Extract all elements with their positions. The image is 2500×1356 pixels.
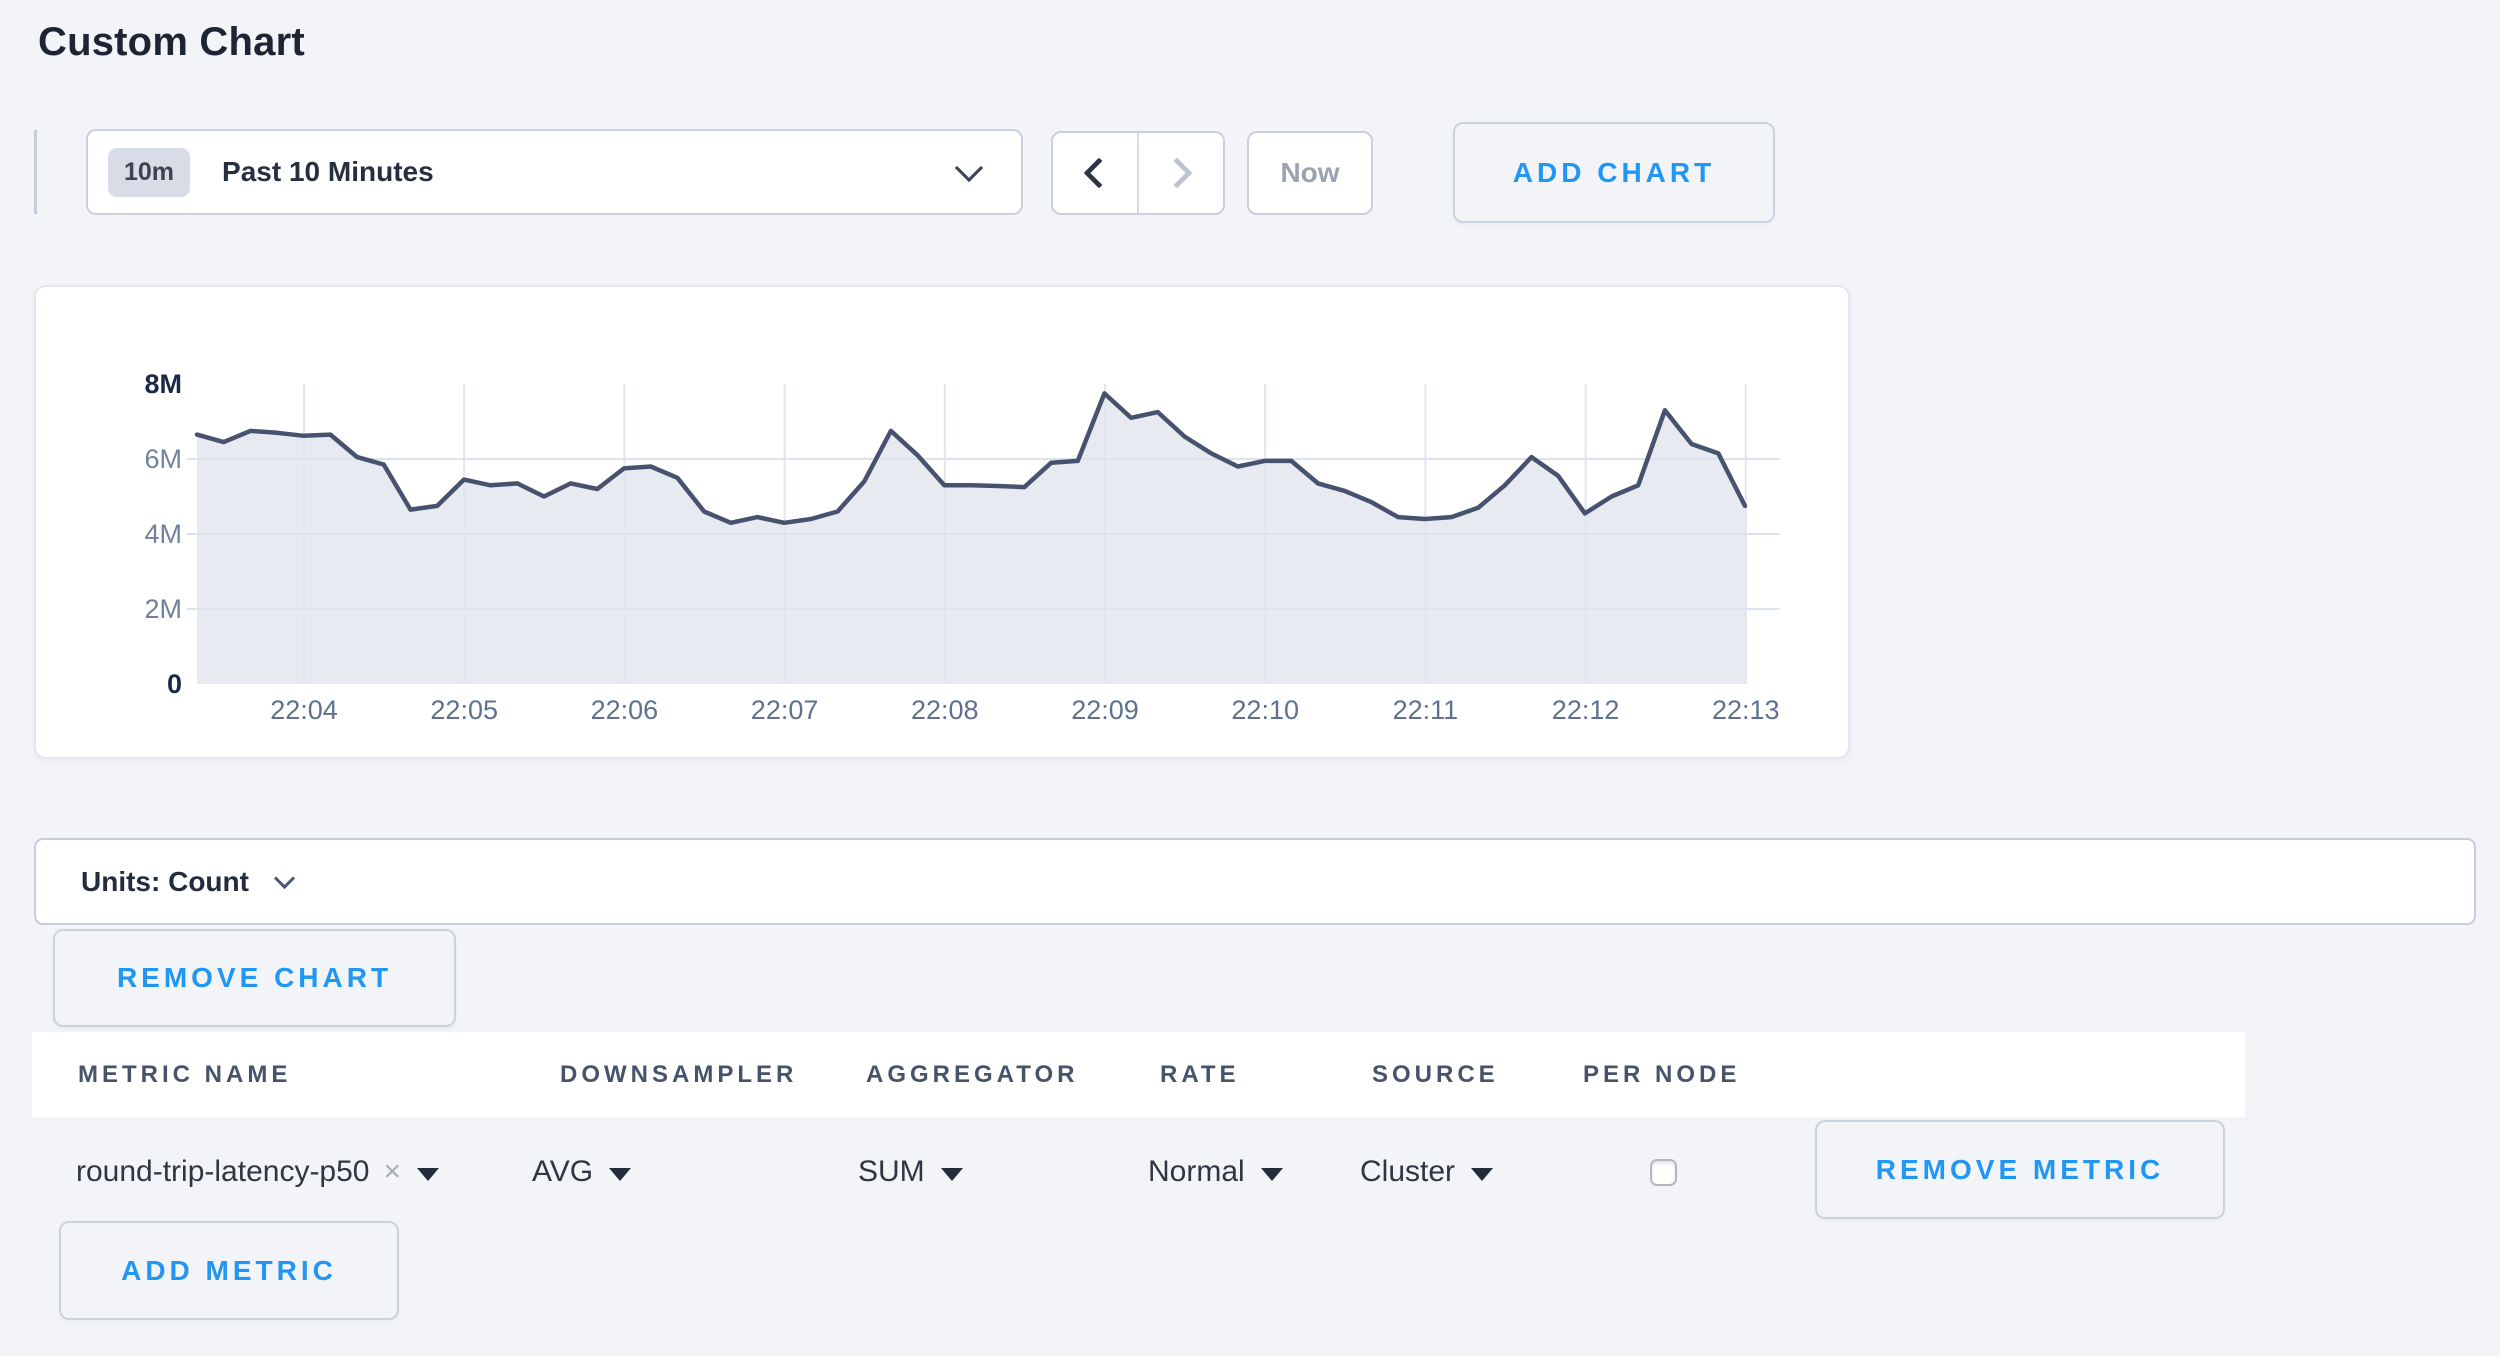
chevron-down-icon bbox=[274, 868, 295, 889]
remove-metric-button[interactable]: REMOVE METRIC bbox=[1815, 1120, 2225, 1219]
caret-down-icon bbox=[417, 1168, 439, 1181]
time-range-label: Past 10 Minutes bbox=[222, 156, 434, 188]
add-metric-button[interactable]: ADD METRIC bbox=[59, 1221, 399, 1320]
rate-value: Normal bbox=[1148, 1155, 1245, 1189]
chevron-left-icon bbox=[1083, 157, 1114, 188]
svg-text:22:11: 22:11 bbox=[1393, 695, 1459, 725]
svg-text:22:04: 22:04 bbox=[270, 695, 338, 725]
per-node-checkbox[interactable] bbox=[1650, 1159, 1677, 1186]
close-icon[interactable]: × bbox=[383, 1155, 401, 1189]
next-range-button[interactable] bbox=[1139, 133, 1223, 213]
page-title: Custom Chart bbox=[38, 20, 305, 65]
svg-text:0: 0 bbox=[167, 669, 182, 699]
svg-text:22:13: 22:13 bbox=[1712, 695, 1780, 725]
svg-text:22:06: 22:06 bbox=[591, 695, 659, 725]
metric-name-value: round-trip-latency-p50 bbox=[76, 1155, 369, 1189]
col-header-aggregator: AGGREGATOR bbox=[866, 1032, 1078, 1117]
toolbar-divider bbox=[34, 130, 37, 214]
col-header-downsampler: DOWNSAMPLER bbox=[560, 1032, 797, 1117]
add-chart-button[interactable]: ADD CHART bbox=[1453, 122, 1775, 223]
source-value: Cluster bbox=[1360, 1155, 1455, 1189]
now-button[interactable]: Now bbox=[1247, 131, 1373, 215]
svg-text:22:07: 22:07 bbox=[751, 695, 819, 725]
svg-text:2M: 2M bbox=[144, 594, 182, 624]
caret-down-icon bbox=[941, 1168, 963, 1181]
caret-down-icon bbox=[609, 1168, 631, 1181]
downsampler-select[interactable]: AVG bbox=[532, 1140, 631, 1204]
metrics-table-header: METRIC NAME DOWNSAMPLER AGGREGATOR RATE … bbox=[32, 1032, 2245, 1117]
time-range-badge: 10m bbox=[108, 148, 190, 197]
units-label: Units: Count bbox=[81, 866, 249, 898]
aggregator-select[interactable]: SUM bbox=[858, 1140, 963, 1204]
units-select[interactable]: Units: Count bbox=[34, 838, 2476, 925]
svg-text:22:08: 22:08 bbox=[911, 695, 979, 725]
source-select[interactable]: Cluster bbox=[1360, 1140, 1493, 1204]
chart-card: 8M 6M 4M 2M 0 22:04 22:05 22:06 22:07 22:08 22:09 2… bbox=[34, 285, 1850, 759]
col-header-source: SOURCE bbox=[1372, 1032, 1499, 1117]
custom-chart-page: Custom Chart 10m Past 10 Minutes Now ADD… bbox=[0, 0, 2500, 1356]
caret-down-icon bbox=[1471, 1168, 1493, 1181]
timeseries-area-chart: 8M 6M 4M 2M 0 22:04 22:05 22:06 22:07 22:08 22:09 2… bbox=[36, 287, 1848, 757]
col-header-rate: RATE bbox=[1160, 1032, 1240, 1117]
downsampler-value: AVG bbox=[532, 1155, 593, 1189]
caret-down-icon bbox=[1261, 1168, 1283, 1181]
svg-text:6M: 6M bbox=[144, 444, 182, 474]
svg-text:22:12: 22:12 bbox=[1552, 695, 1620, 725]
rate-select[interactable]: Normal bbox=[1148, 1140, 1283, 1204]
svg-text:22:10: 22:10 bbox=[1231, 695, 1299, 725]
aggregator-value: SUM bbox=[858, 1155, 925, 1189]
time-range-select[interactable]: 10m Past 10 Minutes bbox=[86, 129, 1023, 215]
time-pager bbox=[1051, 131, 1225, 215]
col-header-metric-name: METRIC NAME bbox=[78, 1032, 291, 1117]
prev-range-button[interactable] bbox=[1053, 133, 1139, 213]
svg-text:22:09: 22:09 bbox=[1071, 695, 1139, 725]
chevron-right-icon bbox=[1161, 157, 1192, 188]
svg-text:8M: 8M bbox=[144, 369, 182, 399]
remove-chart-button[interactable]: REMOVE CHART bbox=[53, 929, 456, 1027]
svg-text:22:05: 22:05 bbox=[430, 695, 498, 725]
metric-name-select[interactable]: round-trip-latency-p50 × bbox=[76, 1140, 439, 1204]
chevron-down-icon bbox=[955, 154, 983, 182]
col-header-per-node: PER NODE bbox=[1583, 1032, 1740, 1117]
svg-text:4M: 4M bbox=[144, 519, 182, 549]
